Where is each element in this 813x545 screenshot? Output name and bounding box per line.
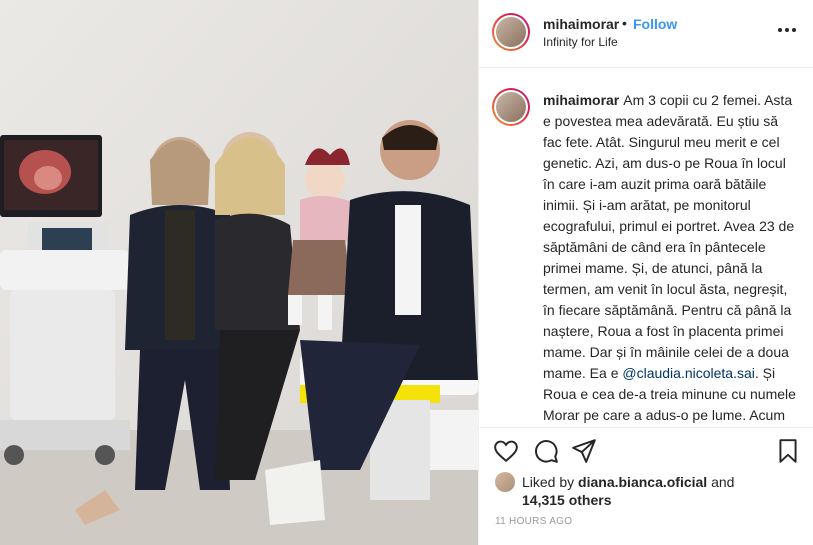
likes-line: Liked by diana.bianca.oficial and (522, 473, 734, 491)
separator-dot: • (622, 15, 627, 31)
liker-avatar[interactable] (495, 472, 515, 492)
likes-count-link[interactable]: 14,315 others (522, 491, 612, 509)
post-timestamp[interactable]: 11 HOURS AGO (495, 516, 572, 527)
post-photo[interactable] (0, 0, 478, 545)
post-image (0, 0, 478, 545)
bookmark-icon[interactable] (775, 438, 801, 464)
caption-text: mihaimorar Am 3 copii cu 2 femei. Asta e … (543, 90, 798, 427)
avatar[interactable] (496, 17, 526, 47)
comment-icon[interactable] (533, 438, 559, 464)
liker-username[interactable]: diana.bianca.oficial (578, 474, 707, 490)
caption-avatar[interactable] (496, 92, 526, 122)
location-link[interactable]: Infinity for Life (543, 35, 618, 49)
action-bar (479, 430, 813, 470)
post-header: mihaimorar • Follow Infinity for Life (479, 0, 813, 68)
likes-and: and (711, 474, 735, 490)
follow-button[interactable]: Follow (633, 16, 677, 32)
caption-area: mihaimorar Am 3 copii cu 2 femei. Asta e … (479, 68, 813, 428)
caption-body-1: Am 3 copii cu 2 femei. Asta e povestea m… (543, 92, 795, 381)
share-icon[interactable] (571, 438, 597, 464)
mention-link[interactable]: @claudia.nicoleta.sai (622, 365, 755, 381)
header-username[interactable]: mihaimorar (543, 16, 619, 32)
more-horizontal-icon[interactable] (777, 20, 797, 45)
heart-icon[interactable] (493, 438, 519, 464)
post-sidebar: mihaimorar • Follow Infinity for Life mi… (478, 0, 813, 545)
caption-username[interactable]: mihaimorar (543, 92, 619, 108)
likes-prefix: Liked by (522, 474, 575, 490)
